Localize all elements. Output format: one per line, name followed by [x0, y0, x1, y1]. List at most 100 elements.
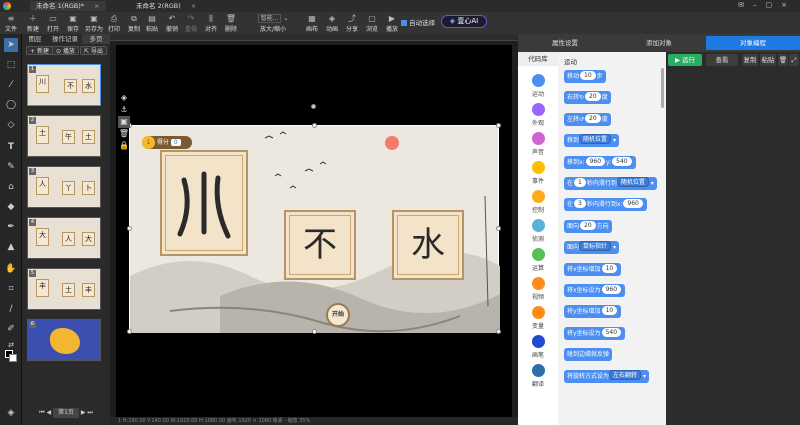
shape-icon[interactable]: ▲	[4, 240, 18, 254]
code-block[interactable]: 碰到边缘就反弹	[564, 348, 613, 362]
code-block[interactable]: 在 1 秒内滑行到 随机位置 ▾	[564, 177, 657, 190]
code-block[interactable]: 将x坐标增加 10	[564, 262, 622, 276]
layers-icon[interactable]: ◈	[4, 406, 18, 420]
trash-icon[interactable]: 🗑	[118, 128, 130, 140]
undo-button[interactable]: ↶ 撤销	[163, 13, 181, 33]
code-block[interactable]: 将y坐标设为 540	[564, 326, 626, 340]
save-button[interactable]: ▣ 保存	[64, 13, 82, 33]
knife-icon[interactable]: ∕	[4, 302, 18, 316]
block-input[interactable]: 3	[574, 199, 586, 209]
page-thumb-5[interactable]: 5 丰 土 丰	[27, 268, 101, 310]
align-button[interactable]: ⫼ 对齐	[202, 13, 220, 33]
tab-add-object[interactable]: 添加对象	[612, 36, 706, 50]
code-block[interactable]: 右转↻ 20 度	[564, 91, 611, 105]
layers-stack-icon[interactable]: ◈	[118, 92, 130, 104]
open-button[interactable]: ▭ 打开	[44, 13, 62, 33]
select-arrow-icon[interactable]: ➤	[4, 38, 18, 52]
delete-button[interactable]: 🗑 删除	[222, 13, 240, 33]
start-button[interactable]: 开始	[326, 303, 350, 327]
category-8[interactable]: 变量	[523, 306, 553, 330]
category-4[interactable]: 控制	[523, 190, 553, 214]
block-input[interactable]: 20	[580, 220, 596, 230]
resize-handle[interactable]	[496, 329, 501, 334]
block-input[interactable]: 540	[612, 156, 632, 166]
pen-icon[interactable]: ✒	[4, 220, 18, 234]
trash-icon[interactable]: 🗑	[778, 54, 788, 66]
eyedropper-icon[interactable]: ✐	[4, 322, 18, 336]
tab-doc-1[interactable]: 未命名 1(RGB)* ×	[30, 1, 106, 11]
zoom-select[interactable]: 智能...	[257, 14, 282, 23]
tab-object-programming[interactable]: 对象编程	[706, 36, 800, 50]
hand-icon[interactable]: ✋	[4, 262, 18, 276]
code-block[interactable]: 移到x: 960 y: 540	[564, 155, 636, 169]
code-block[interactable]: 移动 10 步	[564, 70, 606, 83]
block-input[interactable]: 1	[574, 178, 586, 187]
category-7[interactable]: 视频	[523, 277, 553, 301]
new-page-button[interactable]: + 新建	[26, 46, 53, 55]
block-input[interactable]: 20	[585, 113, 601, 123]
category-0[interactable]: 运动	[523, 74, 553, 98]
view-button[interactable]: 查看	[706, 54, 738, 66]
copy-script-button[interactable]: 复制	[742, 54, 758, 66]
tab-properties[interactable]: 属性设置	[518, 36, 612, 50]
minimize-icon[interactable]: –	[753, 1, 766, 9]
anchor-icon[interactable]: ⚓	[118, 104, 130, 116]
resize-handle[interactable]	[127, 226, 132, 231]
page-thumb-6[interactable]: 6	[27, 319, 101, 361]
background-color-swatch[interactable]	[9, 354, 17, 362]
category-1[interactable]: 外观	[523, 103, 553, 127]
code-block[interactable]: 移到 随机位置 ▾	[564, 134, 619, 148]
brush-icon[interactable]: ✎	[4, 160, 18, 174]
print-button[interactable]: ⎙ 打印	[105, 13, 123, 33]
close-icon[interactable]: ×	[94, 2, 99, 10]
char-card-shui[interactable]: 水	[392, 210, 464, 280]
category-3[interactable]: 事件	[523, 161, 553, 185]
canvas-button[interactable]: ▦ 画布	[303, 13, 321, 33]
copy-button[interactable]: ⧉ 复制	[125, 13, 143, 33]
code-block[interactable]: 左转↺ 20 度	[564, 112, 611, 126]
block-input[interactable]: 960	[623, 199, 643, 209]
resize-handle[interactable]	[312, 123, 317, 128]
paste-button[interactable]: ▤ 粘贴	[143, 13, 161, 33]
code-block[interactable]: 将x坐标设为 960	[564, 284, 626, 297]
play-pages-button[interactable]: ⊙ 播放	[52, 46, 79, 55]
export-button[interactable]: ⇱ 导出	[80, 46, 107, 55]
category-10[interactable]: 翻译	[523, 364, 553, 388]
block-dropdown[interactable]: 随机位置	[579, 134, 612, 145]
checkbox-icon[interactable]	[401, 20, 407, 26]
magic-wand-icon[interactable]: ⁄	[4, 78, 18, 92]
preview-button[interactable]: ▢ 浏览	[363, 13, 381, 33]
redo-button[interactable]: ↷ 重做	[182, 13, 200, 33]
close-icon[interactable]: ×	[191, 2, 196, 10]
prev-page-icon[interactable]: ◀	[47, 409, 52, 416]
resize-handle[interactable]	[496, 123, 501, 128]
tab-doc-2[interactable]: 未命名 2(RGB) ×	[130, 1, 202, 11]
file-menu-button[interactable]: ≡ 文件	[2, 13, 20, 33]
category-5[interactable]: 侦测	[523, 219, 553, 243]
mail-icon[interactable]: ✉	[738, 1, 753, 9]
animation-button[interactable]: ◈ 动画	[323, 13, 341, 33]
first-page-icon[interactable]: ⏮	[39, 409, 44, 416]
block-dropdown[interactable]: 左右翻转	[609, 369, 642, 380]
code-block[interactable]: 将旋转方式设为 左右翻转 ▾	[564, 369, 649, 383]
code-block[interactable]: 将y坐标增加 10	[564, 305, 622, 319]
resize-handle[interactable]	[127, 329, 132, 334]
code-block[interactable]: 面向 20 方向	[564, 219, 612, 233]
zoom-control[interactable]: 智能... ⌄ 放大/缩小	[254, 13, 292, 33]
close-window-icon[interactable]: ×	[781, 1, 796, 9]
code-block[interactable]: 面向 鼠标指针 ▾	[564, 241, 619, 255]
stamp-icon[interactable]: ⌂	[4, 180, 18, 194]
share-button[interactable]: ⤴ 分享	[343, 13, 361, 33]
page-thumb-1[interactable]: 1 川 不 水	[27, 64, 101, 106]
page-thumb-2[interactable]: 2 土 午 土	[27, 115, 101, 157]
fill-icon[interactable]: ◆	[4, 200, 18, 214]
lasso-icon[interactable]: ◯	[4, 98, 18, 112]
char-card-chuan[interactable]	[160, 150, 248, 256]
block-dropdown[interactable]: 随机位置	[616, 177, 649, 187]
tab-history[interactable]: 操作记录	[48, 34, 82, 44]
block-input[interactable]: 20	[585, 92, 601, 102]
resize-handle[interactable]	[496, 226, 501, 231]
block-input[interactable]: 960	[585, 156, 606, 166]
ai-button[interactable]: ◈ 壹心AI	[441, 15, 487, 28]
block-input[interactable]: 540	[601, 327, 622, 337]
